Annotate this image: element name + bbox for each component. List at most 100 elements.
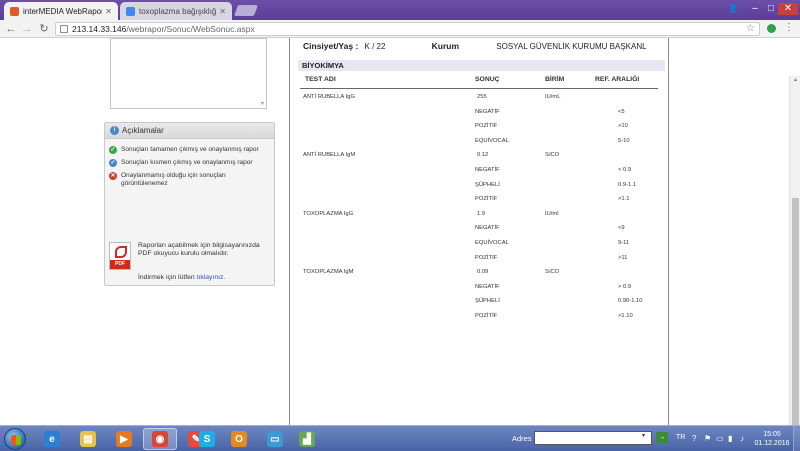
- monitor-icon[interactable]: ▭: [716, 434, 724, 443]
- column-test-name: TEST ADI: [305, 76, 336, 83]
- institution-value: SOSYAL GÜVENLİK KURUMU BAŞKANL: [496, 42, 647, 51]
- help-icon[interactable]: ?: [692, 434, 696, 443]
- notes-title: Açıklamalar: [122, 126, 164, 135]
- outlook-icon: O: [231, 431, 247, 447]
- result-cell: ŞÜPHELİ: [475, 298, 500, 305]
- clock-date: 01.12.2016: [754, 440, 790, 447]
- taskbar-app-button[interactable]: ▤: [71, 428, 105, 450]
- taskbar-app-button[interactable]: ◉: [143, 428, 177, 450]
- cross-icon: ✕: [109, 172, 117, 180]
- reference-range-cell: < 0.9: [618, 167, 632, 173]
- page-info-icon[interactable]: [60, 25, 68, 33]
- tab-label: interMEDIA WebRapor 2: [23, 6, 103, 16]
- close-window-button[interactable]: ✕: [778, 3, 798, 15]
- skype-icon: S: [199, 431, 215, 447]
- forward-arrow-icon[interactable]: →: [20, 22, 34, 36]
- media-player-icon: ▶: [116, 431, 132, 447]
- result-cell: 1.9: [477, 210, 486, 217]
- legend-item-complete: ✓ Sonuçları tamamen çıkmış ve onaylanmış…: [109, 146, 259, 154]
- google-favicon-icon: [126, 6, 135, 16]
- url-path: /webrapor/Sonuc/WebSonuc.aspx: [126, 24, 255, 34]
- extension-icon[interactable]: [767, 24, 776, 33]
- column-result: SONUÇ: [475, 76, 500, 83]
- windows-taskbar: e ▤ ▶ ◉ ✎ S O ▭ ▟ Adres ▾ → TR ? ⚑ ▭ ▮ ♪ 15:05 0…: [0, 425, 800, 451]
- scroll-up-icon[interactable]: ▲: [793, 77, 798, 83]
- unit-cell: S/CO: [545, 269, 560, 276]
- chevron-down-icon[interactable]: ▾: [642, 432, 645, 439]
- address-toolbar-input[interactable]: [534, 431, 652, 445]
- result-cell: 0.09: [477, 269, 489, 276]
- browser-menu-icon[interactable]: ⋮: [784, 22, 794, 33]
- language-indicator[interactable]: TR: [676, 434, 685, 441]
- notes-header: i Açıklamalar: [105, 123, 274, 139]
- address-bar[interactable]: 213.14.33.146/webrapor/Sonuc/WebSonuc.as…: [55, 22, 760, 36]
- taskbar-app-button[interactable]: O: [222, 428, 256, 450]
- chart-app-icon: ▟: [299, 431, 315, 447]
- go-arrow-icon[interactable]: →: [656, 432, 668, 444]
- result-cell: NEGATİF: [475, 283, 500, 290]
- test-name-cell: TOXOPLAZMA IgG: [303, 210, 354, 217]
- legend-text: Sonuçları kısmen çıkmış ve onaylanmış ra…: [121, 159, 253, 166]
- patient-info-row: Cinsiyet/Yaş : K / 22 Kurum SOSYAL GÜVEN…: [303, 41, 647, 51]
- unit-cell: IU/ml: [545, 210, 559, 217]
- download-link[interactable]: tıklayınız.: [197, 274, 226, 281]
- reference-range-cell: 0.9-1.1: [618, 181, 637, 188]
- address-toolbar-label: Adres: [512, 434, 532, 443]
- scrollbar-thumb[interactable]: [792, 198, 799, 425]
- windows-logo-icon: [11, 435, 21, 445]
- reference-range-cell: >11: [618, 254, 628, 261]
- column-unit: BİRİM: [545, 76, 565, 83]
- result-cell: POZİTİF: [475, 254, 498, 261]
- resize-handle-icon[interactable]: ▾: [261, 100, 264, 107]
- bookmark-star-icon[interactable]: ☆: [746, 23, 755, 35]
- check-icon: ✓: [109, 146, 117, 154]
- show-desktop-button[interactable]: [793, 426, 800, 451]
- test-name-cell: TOXOPLAZMA IgM: [303, 269, 354, 276]
- result-cell: POZİTİF: [475, 196, 498, 203]
- report-textarea[interactable]: ▾: [110, 38, 267, 109]
- result-cell: POZİTİF: [475, 313, 498, 319]
- result-cell: NEGATİF: [475, 108, 500, 115]
- reference-range-cell: >10: [618, 123, 628, 130]
- pdf-file-icon: PDF: [109, 242, 131, 270]
- download-prefix: İndirmek için lütfen: [138, 274, 195, 281]
- result-cell: NEGATİF: [475, 167, 500, 173]
- chrome-icon: ◉: [152, 431, 168, 447]
- close-tab-icon[interactable]: ✕: [219, 7, 226, 16]
- reload-icon[interactable]: ↻: [37, 22, 51, 36]
- reference-range-cell: <9: [618, 225, 625, 232]
- browser-titlebar: interMEDIA WebRapor 2 ✕ toxoplazma bağış…: [0, 0, 800, 20]
- url-host: 213.14.33.146: [72, 24, 127, 34]
- taskbar-app-button[interactable]: ▭: [258, 428, 292, 450]
- result-cell: 255: [477, 94, 487, 100]
- reference-range-cell: 0.90-1.10: [618, 298, 643, 305]
- tab-label: toxoplazma bağışıklığı n: [139, 6, 217, 16]
- page-scrollbar[interactable]: ▲ ▼: [789, 76, 800, 425]
- new-tab-button[interactable]: [233, 5, 259, 16]
- intermedia-favicon-icon: [10, 6, 19, 16]
- taskbar-app-button[interactable]: ▶: [107, 428, 141, 450]
- system-clock[interactable]: 15:05 01.12.2016: [754, 430, 790, 448]
- network-icon[interactable]: ▮: [728, 434, 732, 443]
- legend-item-unapproved: ✕ Onaylanmamış olduğu için sonuçları gör…: [109, 172, 269, 187]
- column-reference: REF. ARALIĞI: [595, 76, 640, 83]
- close-tab-icon[interactable]: ✕: [105, 7, 112, 16]
- tab-google-search[interactable]: toxoplazma bağışıklığı n ✕: [120, 2, 232, 20]
- result-cell: EQUİVOCAL: [475, 137, 509, 144]
- download-line: İndirmek için lütfen tıklayınız.: [138, 274, 225, 281]
- legend-text: Onaylanmamış olduğu için sonuçları görün…: [121, 172, 226, 187]
- notes-panel: i Açıklamalar ✓ Sonuçları tamamen çıkmış…: [104, 122, 275, 286]
- taskbar-app-button[interactable]: e: [35, 428, 69, 450]
- legend-item-partial: ✓ Sonuçları kısmen çıkmış ve onaylanmış …: [109, 159, 253, 167]
- flag-icon[interactable]: ⚑: [704, 434, 711, 443]
- info-icon: i: [110, 126, 119, 135]
- volume-icon[interactable]: ♪: [740, 434, 744, 443]
- reference-range-cell: > 0.9: [618, 283, 632, 290]
- tab-intermedia[interactable]: interMEDIA WebRapor 2 ✕: [4, 2, 118, 20]
- result-cell: POZİTİF: [475, 123, 498, 130]
- start-button[interactable]: [4, 428, 26, 450]
- user-profile-icon[interactable]: 👤: [724, 3, 742, 15]
- back-arrow-icon[interactable]: ←: [4, 22, 18, 36]
- taskbar-app-button[interactable]: ▟: [290, 428, 324, 450]
- taskbar-app-button[interactable]: S: [190, 428, 224, 450]
